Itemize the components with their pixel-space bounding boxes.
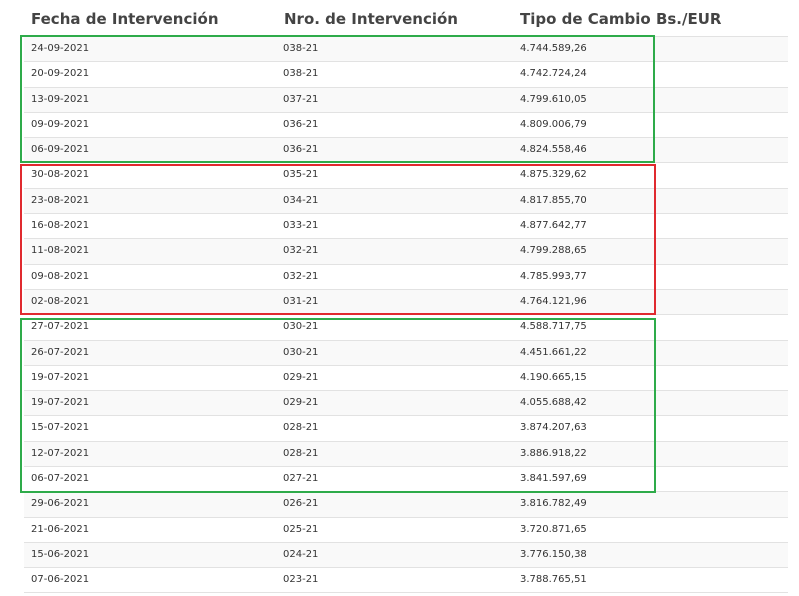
- cell-fecha: 29-06-2021: [31, 498, 90, 510]
- cell-tipo-cambio: 4.875.329,62: [520, 169, 587, 181]
- cell-fecha: 19-07-2021: [31, 371, 90, 383]
- cell-fecha: 11-08-2021: [31, 245, 90, 257]
- cell-tipo-cambio: 4.809.006,79: [520, 118, 587, 130]
- cell-fecha: 12-07-2021: [31, 447, 90, 459]
- cell-fecha: 16-08-2021: [31, 220, 90, 232]
- table-row: 06-07-2021 027-21 3.841.597,69: [24, 466, 788, 492]
- cell-tipo-cambio: 4.055.688,42: [520, 397, 587, 409]
- table-row: 12-07-2021 028-21 3.886.918,22: [24, 440, 788, 467]
- cell-nro: 038-21: [283, 43, 319, 54]
- table-row: 13-09-2021 037-21 4.799.610,05: [24, 86, 788, 112]
- cell-fecha: 23-08-2021: [31, 194, 90, 206]
- cell-tipo-cambio: 4.799.610,05: [520, 93, 587, 105]
- cell-nro: 030-21: [283, 346, 319, 358]
- cell-nro: 028-21: [283, 422, 319, 434]
- cell-nro: 027-21: [283, 473, 319, 485]
- cell-nro: 030-21: [283, 321, 319, 333]
- cell-fecha: 15-06-2021: [31, 548, 90, 560]
- cell-tipo-cambio: 4.190.665,15: [520, 371, 587, 383]
- cell-tipo-cambio: 4.451.661,22: [520, 346, 587, 358]
- cell-fecha: 09-09-2021: [31, 118, 90, 130]
- exchange-rate-table: Fecha de Intervención Nro. de Intervenci…: [0, 0, 799, 596]
- cell-fecha: 06-09-2021: [31, 144, 90, 156]
- table-row: 30-08-2021 035-21 4.875.329,62: [24, 162, 788, 188]
- cell-nro: 037-21: [283, 93, 319, 105]
- cell-tipo-cambio: 3.776.150,38: [520, 548, 587, 560]
- table-body: 24-09-2021 038-21 4.744.589,26 20-09-2021 03…: [24, 36, 788, 593]
- cell-nro: 025-21: [283, 523, 319, 535]
- cell-nro: 036-21: [283, 144, 319, 156]
- cell-nro: 032-21: [283, 270, 319, 282]
- table-header: Fecha de Intervención Nro. de Intervenci…: [0, 0, 799, 35]
- cell-nro: 023-21: [283, 574, 319, 586]
- cell-nro: 032-21: [283, 245, 319, 257]
- table-row: 19-07-2021 029-21 4.190.665,15: [24, 364, 788, 391]
- cell-nro: 028-21: [283, 447, 319, 459]
- table-row: 15-07-2021 028-21 3.874.207,63: [24, 415, 788, 441]
- cell-fecha: 30-08-2021: [31, 169, 90, 181]
- table-row: 15-06-2021 024-21 3.776.150,38: [24, 541, 788, 568]
- cell-tipo-cambio: 4.742.724,24: [520, 68, 587, 80]
- cell-tipo-cambio: 4.764.121,96: [520, 295, 587, 307]
- cell-tipo-cambio: 4.785.993,77: [520, 270, 587, 282]
- table-row: 23-08-2021 034-21 4.817.855,70: [24, 187, 788, 214]
- cell-tipo-cambio: 4.799.288,65: [520, 245, 587, 257]
- cell-fecha: 21-06-2021: [31, 523, 90, 535]
- cell-nro: 038-21: [283, 68, 319, 80]
- table-row: 24-09-2021 038-21 4.744.589,26: [24, 36, 788, 62]
- cell-fecha: 20-09-2021: [31, 68, 90, 80]
- table-row: 06-09-2021 036-21 4.824.558,46: [24, 137, 788, 163]
- cell-nro: 034-21: [283, 194, 319, 206]
- cell-nro: 024-21: [283, 548, 319, 560]
- cell-fecha: 15-07-2021: [31, 422, 90, 434]
- cell-tipo-cambio: 3.886.918,22: [520, 447, 587, 459]
- column-header-nro[interactable]: Nro. de Intervención: [284, 10, 458, 28]
- cell-tipo-cambio: 4.588.717,75: [520, 321, 587, 333]
- cell-fecha: 19-07-2021: [31, 397, 90, 409]
- cell-tipo-cambio: 4.744.589,26: [520, 43, 587, 54]
- table-row: 09-09-2021 036-21 4.809.006,79: [24, 111, 788, 138]
- cell-tipo-cambio: 4.817.855,70: [520, 194, 587, 206]
- cell-tipo-cambio: 3.720.871,65: [520, 523, 587, 535]
- cell-fecha: 27-07-2021: [31, 321, 90, 333]
- cell-tipo-cambio: 3.841.597,69: [520, 473, 587, 485]
- cell-fecha: 09-08-2021: [31, 270, 90, 282]
- cell-tipo-cambio: 3.874.207,63: [520, 422, 587, 434]
- cell-nro: 036-21: [283, 118, 319, 130]
- table-row: 09-08-2021 032-21 4.785.993,77: [24, 263, 788, 289]
- column-header-fecha[interactable]: Fecha de Intervención: [31, 10, 219, 28]
- cell-nro: 031-21: [283, 295, 319, 307]
- cell-nro: 035-21: [283, 169, 319, 181]
- cell-nro: 029-21: [283, 371, 319, 383]
- cell-tipo-cambio: 3.816.782,49: [520, 498, 587, 510]
- table-row: 27-07-2021 030-21 4.588.717,75: [24, 314, 788, 340]
- cell-fecha: 13-09-2021: [31, 93, 90, 105]
- table-row: 20-09-2021 038-21 4.742.724,24: [24, 61, 788, 87]
- table-row: 02-08-2021 031-21 4.764.121,96: [24, 288, 788, 315]
- cell-tipo-cambio: 4.877.642,77: [520, 220, 587, 232]
- cell-fecha: 06-07-2021: [31, 473, 90, 485]
- cell-nro: 033-21: [283, 220, 319, 232]
- cell-nro: 026-21: [283, 498, 319, 510]
- cell-tipo-cambio: 4.824.558,46: [520, 144, 587, 156]
- table-row: 29-06-2021 026-21 3.816.782,49: [24, 491, 788, 517]
- table-row: 16-08-2021 033-21 4.877.642,77: [24, 213, 788, 239]
- cell-fecha: 26-07-2021: [31, 346, 90, 358]
- table-row: 26-07-2021 030-21 4.451.661,22: [24, 339, 788, 365]
- cell-fecha: 07-06-2021: [31, 574, 90, 586]
- cell-tipo-cambio: 3.788.765,51: [520, 574, 587, 586]
- cell-fecha: 02-08-2021: [31, 295, 90, 307]
- table-row: 11-08-2021 032-21 4.799.288,65: [24, 238, 788, 264]
- table-row: 21-06-2021 025-21 3.720.871,65: [24, 516, 788, 542]
- table-row: 19-07-2021 029-21 4.055.688,42: [24, 390, 788, 416]
- column-header-tipo-cambio[interactable]: Tipo de Cambio Bs./EUR: [520, 10, 721, 28]
- table-row: 07-06-2021 023-21 3.788.765,51: [24, 567, 788, 593]
- cell-nro: 029-21: [283, 397, 319, 409]
- cell-fecha: 24-09-2021: [31, 43, 90, 54]
